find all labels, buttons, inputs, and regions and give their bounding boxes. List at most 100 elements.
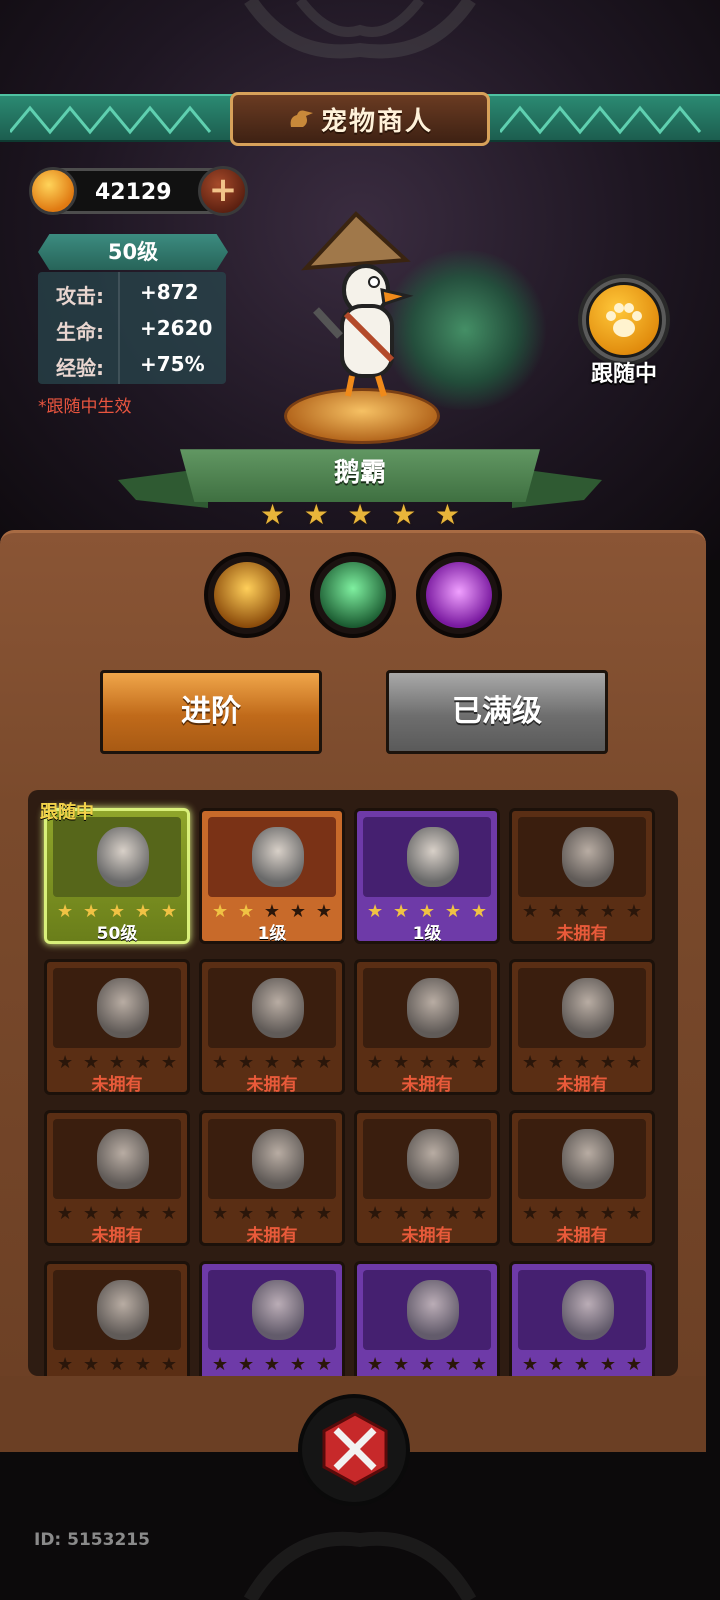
pet-card[interactable]: ★ ★ ★ ★ ★ 未拥有 [354, 1110, 500, 1246]
pet-card-face [208, 1270, 336, 1350]
top-ornament [244, 0, 476, 59]
star-icon: ★ [573, 1354, 591, 1375]
pet-card-face [208, 1119, 336, 1199]
star-icon: ★ [160, 1354, 177, 1375]
star-icon: ★ [391, 498, 417, 531]
coin-icon [29, 167, 77, 215]
star-icon: ★ [418, 1354, 436, 1375]
pet-card-stars: ★ ★ ★ ★ ★ [212, 1354, 332, 1375]
goose-pet-figure [301, 211, 414, 397]
pet-card[interactable]: ★ ★ ★ ★ ★ [44, 1261, 190, 1376]
pet-card-face [53, 968, 181, 1048]
chicken-pet-icon [407, 1280, 459, 1340]
star-icon: ★ [237, 1354, 255, 1375]
stats-note: *跟随中生效 [38, 397, 132, 417]
pet-card-face [518, 1270, 646, 1350]
currency-bar: 42129 + [29, 166, 248, 216]
crystal-beast-pet-icon [407, 1129, 459, 1189]
follow-button[interactable] [586, 282, 662, 358]
pet-card-face [53, 1270, 181, 1350]
stat-value: +2620 [140, 316, 213, 340]
pet-card-label: 未拥有 [556, 924, 608, 944]
pet-card-stars: ★ ★ ★ ★ ★ [57, 1354, 177, 1375]
mimic-pet-icon [562, 827, 614, 887]
pet-card-face [208, 817, 336, 897]
star-icon: ★ [599, 1354, 616, 1375]
pet-card[interactable]: ★ ★ ★ ★ ★ 未拥有 [509, 808, 655, 944]
max-level-button[interactable]: 已满级 [386, 670, 608, 754]
pet-card[interactable]: ★ ★ ★ ★ ★ 未拥有 [509, 959, 655, 1095]
pet-card[interactable]: ★ ★ ★ ★ ★ 未拥有 [44, 959, 190, 1095]
star-icon: ★ [108, 1354, 126, 1375]
green-slash-skill-icon [320, 562, 386, 628]
following-tag: 跟随中 [40, 802, 94, 823]
dragon-pet-icon [97, 978, 149, 1038]
coin-amount: 42129 [95, 180, 172, 205]
pet-card-face [53, 1119, 181, 1199]
pet-name: 鹅霸 [333, 458, 386, 488]
pet-card[interactable]: ★ ★ ★ ★ ★ 未拥有 [354, 959, 500, 1095]
pet-card[interactable]: ★ ★ ★ ★ ★ 50级 [44, 808, 190, 944]
stat-label: 经验: [56, 356, 104, 380]
pet-card[interactable]: ★ ★ ★ ★ ★ [354, 1261, 500, 1376]
pet-card-label: 未拥有 [91, 1226, 143, 1246]
pet-card[interactable]: ★ ★ ★ ★ ★ [509, 1261, 655, 1376]
pet-card-label: 未拥有 [246, 1226, 298, 1246]
star-icon: ★ [212, 1354, 229, 1375]
bear-pet-icon [562, 1129, 614, 1189]
stat-attack: 攻击: +872 [38, 274, 226, 310]
pet-level-tag: 50级 [38, 234, 228, 270]
stat-label: 生命: [56, 320, 104, 344]
pet-card[interactable]: ★ ★ ★ ★ ★ 1级 [199, 808, 345, 944]
star-icon: ★ [260, 498, 286, 531]
pet-card-face [518, 968, 646, 1048]
pet-card[interactable]: ★ ★ ★ ★ ★ 未拥有 [199, 959, 345, 1095]
star-icon: ★ [434, 498, 460, 531]
page-title: 宠物商人 [320, 106, 433, 137]
pet-card-stars: ★ ★ ★ ★ ★ [367, 1354, 487, 1375]
pet-card[interactable]: ★ ★ ★ ★ ★ 未拥有 [44, 1110, 190, 1246]
crow-pet-icon [252, 1129, 304, 1189]
pet-card[interactable]: ★ ★ ★ ★ ★ 未拥有 [509, 1110, 655, 1246]
pet-card-label: 未拥有 [246, 1075, 298, 1095]
cat-pet-icon [252, 827, 304, 887]
robot-pet-icon [97, 1280, 149, 1340]
star-icon: ★ [57, 1354, 74, 1375]
advance-button[interactable]: 进阶 [100, 670, 322, 754]
star-icon: ★ [444, 1354, 461, 1375]
pet-card-face [363, 817, 491, 897]
follow-status-label: 跟随中 [590, 362, 657, 387]
pet-card[interactable]: ★ ★ ★ ★ ★ 1级 [354, 808, 500, 944]
pet-card-label: 未拥有 [401, 1226, 453, 1246]
pet-card-face [363, 1270, 491, 1350]
star-icon: ★ [347, 498, 373, 531]
zombie-bird-pet-icon [562, 1280, 614, 1340]
star-icon: ★ [367, 1354, 384, 1375]
skill-slot-1[interactable] [204, 552, 290, 638]
pet-card-label: 1级 [257, 924, 287, 944]
add-currency-button[interactable]: + [198, 166, 248, 216]
stats-panel: 攻击: +872 生命: +2620 经验: +75% [38, 272, 226, 384]
knight-pet-icon [252, 978, 304, 1038]
stat-value: +75% [140, 352, 205, 376]
skill-slot-2[interactable] [310, 552, 396, 638]
pet-card-label: 未拥有 [91, 1075, 143, 1095]
pet-grid: ★ ★ ★ ★ ★ 50级 ★ ★ ★ ★ ★ 1级 ★ ★ ★ ★ ★ 1级 ★ ★ ★ ★ ★ 未拥有 ★ ★ ★ ★ ★ 未拥有 ★ ★… [28, 790, 678, 1376]
pet-card-label: 1级 [412, 924, 442, 944]
skill-slot-3[interactable] [416, 552, 502, 638]
pet-card-stars: ★ ★ ★ ★ ★ [522, 1354, 642, 1375]
stat-health: 生命: +2620 [38, 310, 226, 346]
pet-card[interactable]: ★ ★ ★ ★ ★ 未拥有 [199, 1110, 345, 1246]
pet-card-face [208, 968, 336, 1048]
user-id: ID: 5153215 [34, 1530, 150, 1550]
stat-label: 攻击: [56, 284, 104, 308]
star-icon: ★ [263, 1354, 281, 1375]
star-icon: ★ [315, 1354, 332, 1375]
pet-card-label: 未拥有 [556, 1075, 608, 1095]
title-plate: 宠物商人 [230, 92, 490, 146]
pet-card-face [53, 817, 181, 897]
stat-value: +872 [140, 280, 199, 304]
pet-card[interactable]: ★ ★ ★ ★ ★ [199, 1261, 345, 1376]
pet-card-face [363, 1119, 491, 1199]
daruma-pet-icon [407, 978, 459, 1038]
